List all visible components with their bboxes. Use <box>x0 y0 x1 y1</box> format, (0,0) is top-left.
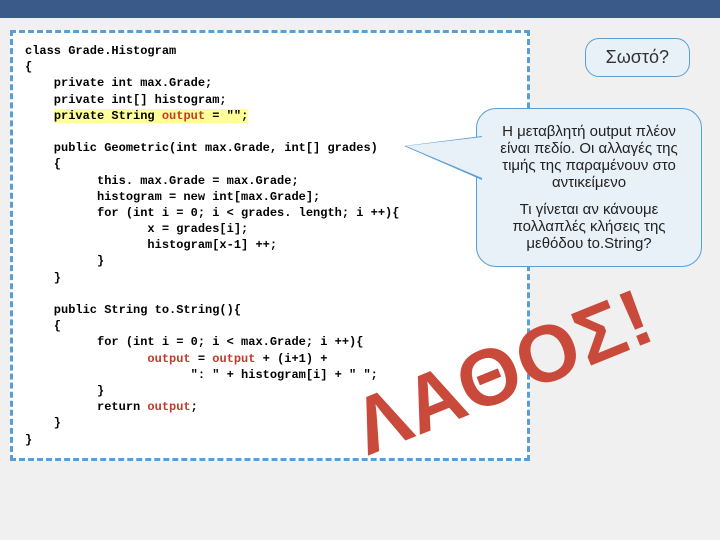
code-text: return <box>25 400 147 414</box>
var-output: output <box>162 109 205 123</box>
code-line: } <box>25 433 32 447</box>
code-line: { <box>25 60 32 74</box>
code-line: private int[] histogram; <box>25 93 227 107</box>
code-text: private String <box>54 109 162 123</box>
code-line: } <box>25 384 104 398</box>
question-box: Σωστό? <box>585 38 690 77</box>
var-output: output <box>212 352 255 366</box>
callout-text-1: Η μεταβλητή output πλέον είναι πεδίο. Οι… <box>489 123 689 191</box>
code-line: { <box>25 319 61 333</box>
code-text: + (i+1) + <box>255 352 327 366</box>
code-text <box>25 352 147 366</box>
slide-content: class Grade.Histogram { private int max.… <box>0 18 720 473</box>
code-line: this. max.Grade = max.Grade; <box>25 174 299 188</box>
code-text: = ""; <box>205 109 248 123</box>
code-line: } <box>25 416 61 430</box>
code-line: for (int i = 0; i < max.Grade; i ++){ <box>25 335 363 349</box>
var-output: output <box>147 400 190 414</box>
code-line: } <box>25 254 104 268</box>
question-text: Σωστό? <box>606 47 669 67</box>
code-text: = <box>191 352 213 366</box>
code-line: public String to.String(){ <box>25 303 241 317</box>
code-line: { <box>25 157 61 171</box>
code-line: for (int i = 0; i < grades. length; i ++… <box>25 206 399 220</box>
code-line: } <box>25 271 61 285</box>
code-line: public Geometric(int max.Grade, int[] gr… <box>25 141 378 155</box>
code-line: private int max.Grade; <box>25 76 212 90</box>
code-line: histogram = new int[max.Grade]; <box>25 190 320 204</box>
code-text: ; <box>191 400 198 414</box>
top-bar <box>0 0 720 18</box>
callout-bubble: Η μεταβλητή output πλέον είναι πεδίο. Οι… <box>476 108 702 267</box>
code-line: class Grade.Histogram <box>25 44 176 58</box>
code-line <box>25 109 54 123</box>
var-output: output <box>147 352 190 366</box>
callout-text-2: Τι γίνεται αν κάνουμε πολλαπλές κλήσεις … <box>489 201 689 252</box>
code-line: ": " + histogram[i] + " "; <box>25 368 378 382</box>
code-line: histogram[x-1] ++; <box>25 238 277 252</box>
highlight: private String output = ""; <box>54 109 248 123</box>
code-line: x = grades[i]; <box>25 222 248 236</box>
